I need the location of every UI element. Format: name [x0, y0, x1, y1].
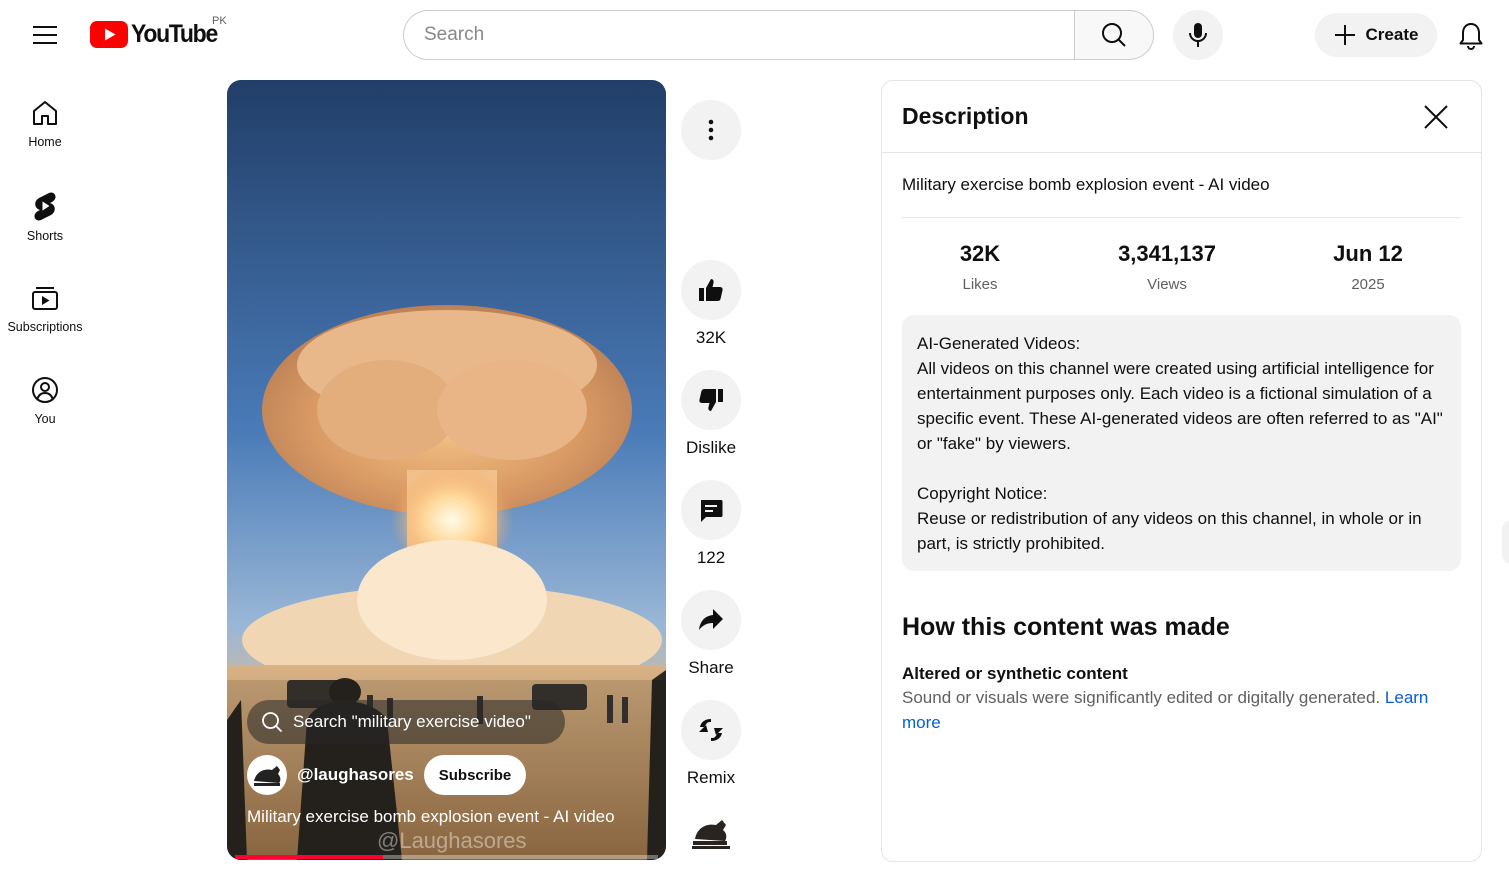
youtube-logo[interactable]: YouTube	[90, 18, 224, 50]
thumbs-up-icon	[699, 279, 723, 301]
nav-item-you[interactable]: You	[0, 361, 90, 441]
remix-icon	[699, 719, 723, 741]
share-button[interactable]	[681, 590, 741, 650]
search-button[interactable]	[1074, 10, 1154, 60]
video-progress-bar[interactable]	[235, 855, 658, 859]
channel-logo-button[interactable]	[689, 815, 733, 851]
nav-item-subscriptions[interactable]: Subscriptions	[0, 269, 90, 349]
channel-logo-icon	[254, 766, 281, 786]
search-box[interactable]	[403, 10, 1075, 60]
create-label: Create	[1365, 25, 1419, 44]
video-search-suggestion[interactable]: Search "military exercise video"	[247, 700, 565, 744]
next-video-handle[interactable]	[1502, 520, 1509, 564]
top-bar: YouTube PK Create	[0, 0, 1509, 70]
ai-heading: AI-Generated Videos:	[917, 334, 1081, 353]
dislike-button[interactable]	[681, 370, 741, 430]
description-panel: Description Military exercise bomb explo…	[881, 80, 1482, 862]
stat-value: Jun 12	[1333, 241, 1403, 266]
stat-views: 3,341,137 Views	[1097, 241, 1237, 293]
notifications-button[interactable]	[1450, 15, 1492, 57]
copyright-text: Reuse or redistribution of any videos on…	[917, 509, 1422, 553]
you-icon	[32, 377, 58, 403]
more-actions	[681, 100, 741, 160]
logo-text: YouTube	[131, 19, 218, 48]
channel-logo-icon	[692, 820, 730, 849]
remix-action: Remix	[681, 700, 741, 788]
description-text-box: AI-Generated Videos: All videos on this …	[902, 315, 1461, 571]
nav-label: Shorts	[26, 229, 64, 243]
plus-icon	[1334, 25, 1355, 45]
video-title[interactable]: Military exercise bomb explosion event -…	[247, 807, 615, 827]
dislike-action: Dislike	[681, 370, 741, 458]
like-count: 32K	[695, 328, 727, 347]
stat-likes: 32K Likes	[930, 241, 1030, 293]
stat-value: 32K	[959, 241, 1001, 266]
nav-item-home[interactable]: Home	[0, 84, 90, 164]
altered-content-label: Altered or synthetic content	[902, 664, 1128, 683]
like-action: 32K	[681, 260, 741, 348]
remix-button[interactable]	[681, 700, 741, 760]
stat-date: Jun 12 2025	[1313, 241, 1423, 293]
home-icon	[33, 101, 57, 125]
search-input[interactable]	[424, 24, 1075, 46]
video-progress-fill	[235, 855, 384, 859]
description-panel-header: Description	[882, 81, 1481, 153]
share-icon	[699, 609, 723, 630]
nav-label: You	[34, 412, 56, 426]
thumbs-down-icon	[699, 389, 723, 411]
like-button[interactable]	[681, 260, 741, 320]
subscriptions-icon	[32, 287, 58, 310]
channel-row: @laughasores Subscribe	[247, 755, 527, 795]
dislike-label: Dislike	[685, 438, 737, 457]
voice-search-button[interactable]	[1173, 10, 1223, 60]
more-options-button[interactable]	[681, 100, 741, 160]
divider	[902, 217, 1461, 218]
copyright-heading: Copyright Notice:	[917, 484, 1048, 503]
altered-content-text: Sound or visuals were significantly edit…	[902, 685, 1462, 735]
how-made-heading: How this content was made	[902, 613, 1230, 641]
stat-value: 3,341,137	[1118, 241, 1216, 266]
stat-label: 2025	[1351, 276, 1385, 293]
nav-label: Subscriptions	[7, 320, 83, 334]
menu-icon	[33, 26, 57, 44]
region-code: PK	[212, 15, 227, 27]
share-action: Share	[681, 590, 741, 678]
nav-item-shorts[interactable]: Shorts	[0, 177, 90, 257]
stat-label: Likes	[962, 276, 998, 293]
subscribe-button[interactable]: Subscribe	[423, 755, 527, 795]
channel-handle[interactable]: @laughasores	[297, 765, 414, 785]
stat-label: Views	[1147, 276, 1187, 293]
comment-count: 122	[696, 548, 726, 567]
remix-label: Remix	[686, 768, 736, 787]
shorts-video-player[interactable]: Search "military exercise video" @laugha…	[227, 80, 666, 860]
search-suggestion-text: Search "military exercise video"	[293, 712, 531, 731]
shorts-icon	[34, 192, 56, 221]
ai-text: All videos on this channel were created …	[917, 359, 1443, 453]
video-watermark: @Laughasores	[377, 828, 527, 853]
comments-button[interactable]	[681, 480, 741, 540]
comment-icon	[701, 500, 723, 522]
search-icon	[1102, 23, 1126, 47]
youtube-play-icon	[90, 20, 128, 48]
hamburger-menu-button[interactable]	[25, 15, 65, 55]
microphone-icon	[1189, 23, 1207, 47]
description-heading: Description	[902, 103, 1029, 129]
create-button[interactable]: Create	[1315, 13, 1437, 57]
channel-avatar[interactable]	[247, 755, 287, 795]
comments-action: 122	[681, 480, 741, 568]
close-icon	[1424, 105, 1448, 129]
more-vertical-icon	[708, 119, 714, 141]
nav-label: Home	[28, 135, 62, 149]
bell-icon	[1459, 23, 1483, 50]
share-label: Share	[688, 658, 734, 677]
search-icon	[262, 712, 283, 733]
altered-text: Sound or visuals were significantly edit…	[902, 688, 1381, 707]
description-video-title: Military exercise bomb explosion event -…	[902, 175, 1270, 194]
close-description-button[interactable]	[1416, 97, 1456, 137]
